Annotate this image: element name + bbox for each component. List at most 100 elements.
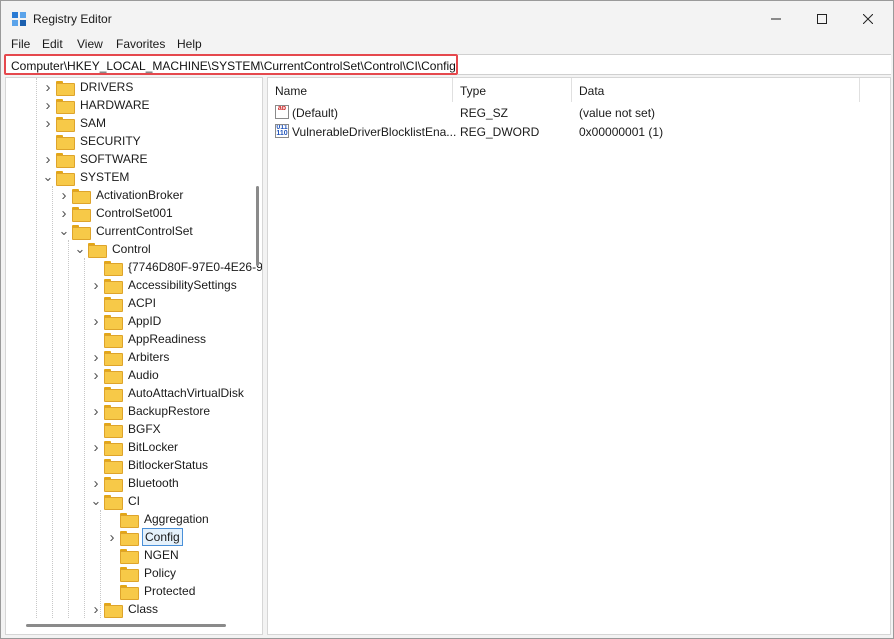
tree-item[interactable]: › DRIVERS [42,78,135,96]
tree-item[interactable]: › ControlSet001 [58,204,175,222]
tree-item[interactable]: › AppID [90,312,163,330]
folder-icon [104,314,123,330]
tree-item[interactable]: › Config [106,528,183,546]
tree-item[interactable]: › Class [90,600,160,618]
tree-item[interactable]: AutoAttachVirtualDisk [90,384,246,402]
tree-item[interactable]: › Bluetooth [90,474,181,492]
folder-icon [120,548,139,564]
chevron-right-icon[interactable]: › [106,528,118,546]
key-tree-pane[interactable]: › DRIVERS › HARDWARE › SAM SECURITY › SOFTWARE ⌄ S… [5,77,263,635]
tree-item[interactable]: › AccessibilitySettings [90,276,239,294]
folder-icon [104,332,123,348]
chevron-down-icon[interactable]: ⌄ [58,222,70,240]
close-button[interactable] [845,1,891,37]
values-list-pane[interactable]: Name Type Data ab (Default) REG_SZ (valu… [267,77,891,635]
chevron-down-icon[interactable]: ⌄ [74,240,86,258]
tree-item[interactable]: › HARDWARE [42,96,152,114]
chevron-right-icon[interactable]: › [42,78,54,96]
chevron-right-icon[interactable]: › [90,276,102,294]
tree-vertical-scrollbar[interactable] [256,186,259,266]
tree-item[interactable]: › Audio [90,366,161,384]
value-name: (Default) [292,106,339,120]
tree-item[interactable]: Policy [106,564,178,582]
tree-expander-placeholder [106,564,118,582]
tree-item-label: BitLocker [128,440,179,454]
tree-item[interactable]: BitlockerStatus [90,456,210,474]
folder-icon [104,368,123,384]
tree-item[interactable]: › SOFTWARE [42,150,150,168]
chevron-right-icon[interactable]: › [90,600,102,618]
tree-item[interactable]: › BitLocker [90,438,180,456]
tree-item-label: BGFX [128,422,161,436]
tree-item[interactable]: BGFX [90,420,163,438]
value-row[interactable]: ab (Default) REG_SZ (value not set) [268,103,888,122]
tree-item-label: SECURITY [80,134,141,148]
minimize-icon [771,18,781,20]
tree-item[interactable]: AppReadiness [90,330,208,348]
tree-item[interactable]: › Arbiters [90,348,171,366]
tree-item[interactable]: ⌄ CI [90,492,142,510]
tree-item-label: CI [128,494,140,508]
tree-item[interactable]: › ActivationBroker [58,186,185,204]
column-header-data[interactable]: Data [572,78,860,102]
tree-item[interactable]: ⌄ CurrentControlSet [58,222,195,240]
tree-item[interactable]: Protected [106,582,197,600]
tree-item-label: AppID [128,314,162,328]
chevron-right-icon[interactable]: › [90,348,102,366]
tree-item-label: SYSTEM [80,170,130,184]
column-header-type[interactable]: Type [453,78,572,102]
maximize-button[interactable] [799,1,845,37]
tree-item[interactable]: › SAM [42,114,108,132]
address-bar-remainder[interactable] [458,54,891,75]
chevron-right-icon[interactable]: › [42,114,54,132]
tree-item[interactable]: ACPI [90,294,158,312]
menu-edit[interactable]: Edit [42,37,63,51]
folder-icon [56,170,75,186]
tree-guide-line [68,240,69,618]
folder-icon [104,458,123,474]
chevron-right-icon[interactable]: › [42,150,54,168]
column-header-name[interactable]: Name [268,78,453,102]
chevron-right-icon[interactable]: › [58,186,70,204]
chevron-right-icon[interactable]: › [90,402,102,420]
address-bar[interactable]: Computer\HKEY_LOCAL_MACHINE\SYSTEM\Curre… [4,54,458,75]
tree-item[interactable]: Aggregation [106,510,211,528]
value-row[interactable]: 011 110 VulnerableDriverBlocklistEna... R… [268,122,888,141]
tree-horizontal-scrollbar[interactable] [26,624,226,627]
folder-icon [120,530,139,546]
folder-icon [104,476,123,492]
tree-item[interactable]: ⌄ Control [74,240,153,258]
chevron-right-icon[interactable]: › [90,366,102,384]
folder-icon [56,80,75,96]
tree-expander-placeholder [90,384,102,402]
tree-item[interactable]: ⌄ SYSTEM [42,168,131,186]
menu-favorites[interactable]: Favorites [116,37,165,51]
minimize-button[interactable] [753,1,799,37]
tree-item[interactable]: › BackupRestore [90,402,212,420]
tree-item-label: Arbiters [128,350,170,364]
chevron-down-icon[interactable]: ⌄ [90,492,102,510]
maximize-icon [817,14,827,24]
chevron-right-icon[interactable]: › [42,96,54,114]
tree-item[interactable]: SECURITY [42,132,143,150]
menu-help[interactable]: Help [177,37,202,51]
folder-icon [72,224,91,240]
tree-item-label: AutoAttachVirtualDisk [128,386,244,400]
menu-view[interactable]: View [77,37,103,51]
folder-icon [120,566,139,582]
tree-item[interactable]: {7746D80F-97E0-4E26-9 [90,258,262,276]
tree-item-label: SOFTWARE [80,152,148,166]
chevron-right-icon[interactable]: › [90,474,102,492]
tree-item[interactable]: NGEN [106,546,181,564]
value-type: REG_SZ [460,106,509,120]
title-bar[interactable]: Registry Editor [1,1,893,37]
chevron-right-icon[interactable]: › [58,204,70,222]
chevron-right-icon[interactable]: › [90,438,102,456]
tree-item-label: HARDWARE [80,98,150,112]
tree-item-label: Bluetooth [128,476,179,490]
chevron-down-icon[interactable]: ⌄ [42,168,54,186]
close-icon [863,14,873,24]
chevron-right-icon[interactable]: › [90,312,102,330]
menu-file[interactable]: File [11,37,30,51]
tree-item-label: Config [142,528,183,546]
